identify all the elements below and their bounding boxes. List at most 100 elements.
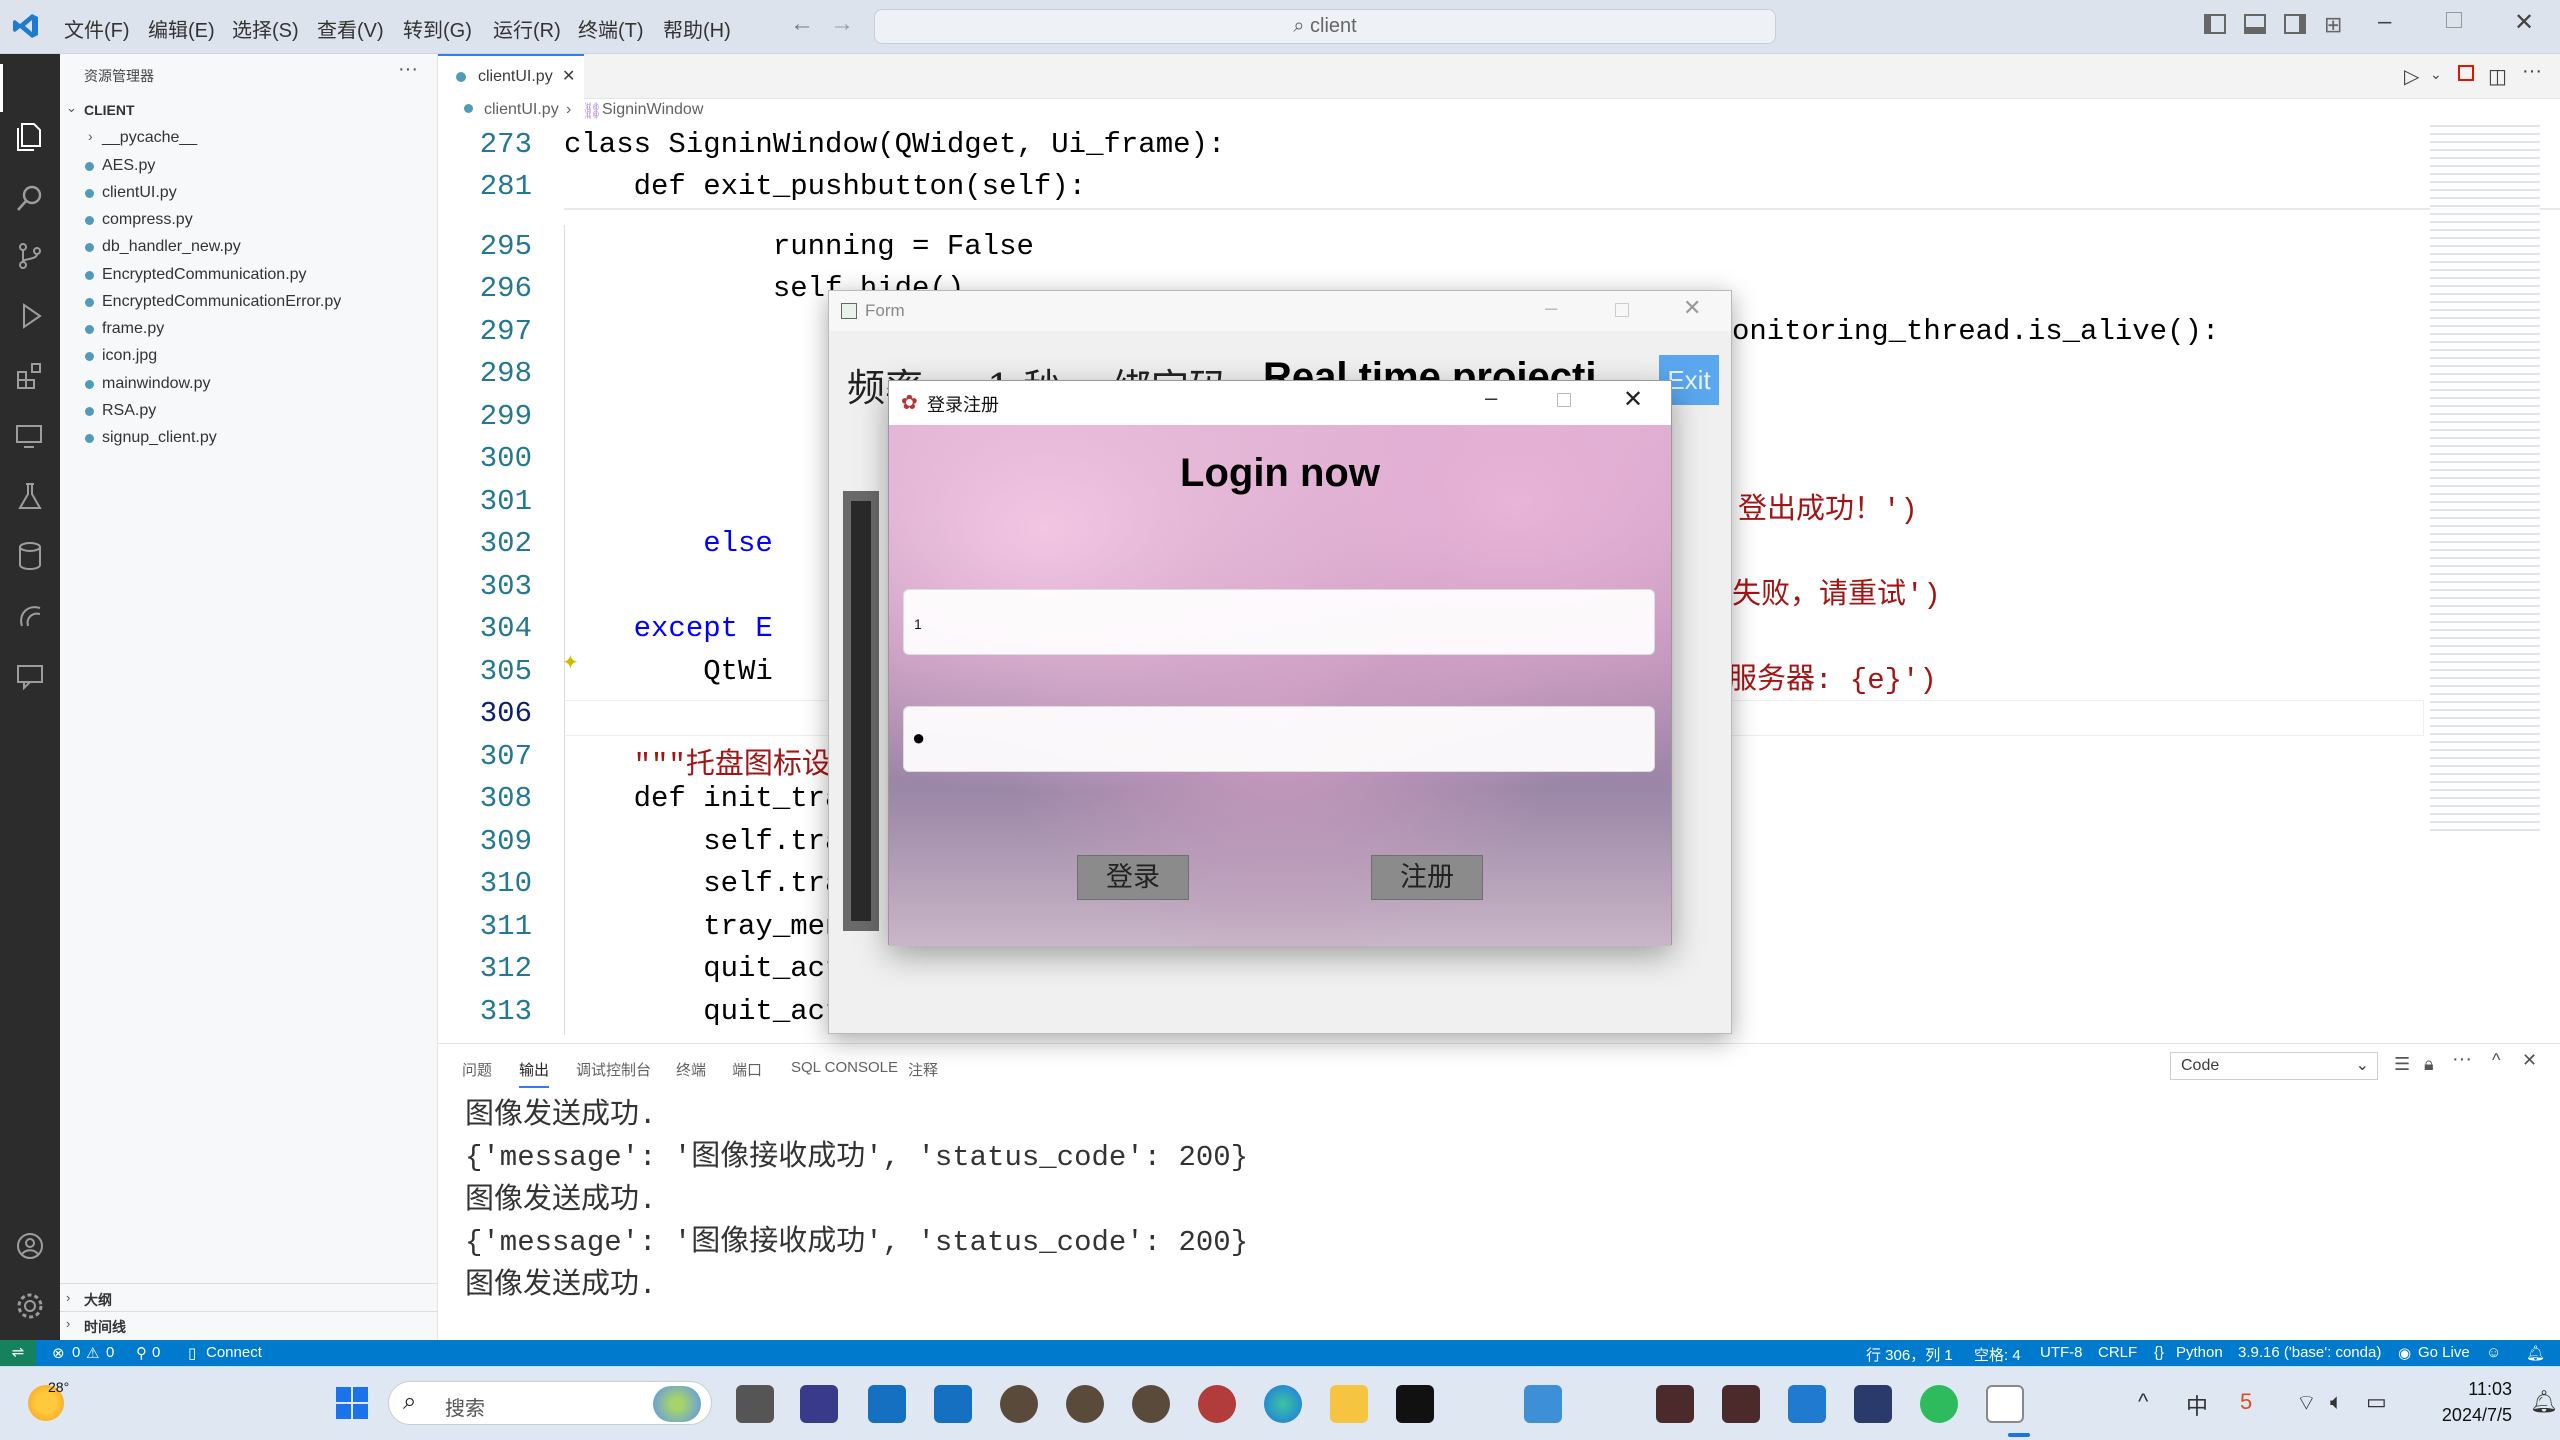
lock-icon[interactable]: 🔒︎ (2424, 1054, 2434, 1075)
language-mode[interactable]: Python (2176, 1344, 2223, 1361)
toggle-panel-icon[interactable] (2244, 14, 2266, 34)
app-avatar-icon[interactable] (1132, 1385, 1170, 1423)
file-icon-jpg[interactable]: icon.jpg (84, 347, 157, 365)
outline-section[interactable]: 大纲 (84, 1290, 112, 1310)
sparkle-icon[interactable]: ✦ (562, 650, 579, 675)
close-icon[interactable]: ✕ (2514, 8, 2534, 37)
file-db-handler[interactable]: db_handler_new.py (85, 238, 241, 256)
chevron-right-icon[interactable]: › (66, 1290, 70, 1305)
password-input[interactable]: ● (903, 706, 1655, 772)
file-frame[interactable]: frame.py (84, 320, 164, 338)
ports-icon[interactable]: ⚲ (136, 1344, 147, 1362)
breadcrumb-symbol[interactable]: SigninWindow (602, 101, 703, 119)
app-window-icon[interactable] (934, 1385, 972, 1423)
volume-icon[interactable]: 🔈︎ (2330, 1389, 2343, 1415)
menu-help[interactable]: 帮助(H) (663, 14, 731, 43)
app-exe-icon[interactable] (800, 1385, 838, 1423)
folder-pycache[interactable]: __pycache__ (102, 129, 197, 147)
menu-run[interactable]: 运行(R) (493, 14, 561, 43)
app-cat-icon[interactable] (1854, 1385, 1892, 1423)
minimap[interactable] (2430, 122, 2540, 832)
task-view-icon[interactable] (736, 1385, 774, 1423)
copilot-icon[interactable]: ☺ (2486, 1344, 2501, 1361)
file-rsa[interactable]: RSA.py (84, 402, 156, 420)
chevron-right-icon[interactable]: › (88, 128, 93, 144)
more-actions-icon[interactable]: ··· (2452, 1048, 2472, 1071)
breadcrumb-file[interactable]: clientUI.py (484, 101, 559, 119)
tab-problems[interactable]: 问题 (462, 1059, 492, 1080)
wifi-icon[interactable]: ⌔ (2296, 1389, 2317, 1417)
file-encrypted-communication[interactable]: EncryptedCommunication.py (85, 266, 307, 284)
clock-date[interactable]: 2024/7/5 (2412, 1405, 2512, 1426)
split-editor-icon[interactable]: ◫ (2488, 64, 2507, 89)
chevron-down-icon[interactable]: ⌄ (66, 100, 77, 116)
back-arrow-icon[interactable]: ← (790, 10, 814, 38)
file-aes[interactable]: AES.py (84, 157, 155, 175)
encoding[interactable]: UTF-8 (2040, 1344, 2083, 1361)
ime-icon[interactable]: 中 (2186, 1389, 2208, 1421)
minimize-icon[interactable]: – (1545, 295, 1557, 321)
windows-start-icon[interactable] (334, 1385, 370, 1421)
menu-terminal[interactable]: 终端(T) (578, 14, 644, 43)
source-control-icon[interactable] (14, 240, 46, 272)
file-signup-client[interactable]: signup_client.py (85, 429, 217, 447)
edge-browser-icon[interactable] (1264, 1385, 1302, 1423)
notifications-bell-icon[interactable]: 🔔︎ (2530, 1389, 2558, 1415)
database-icon[interactable] (14, 540, 46, 572)
file-explorer-icon[interactable] (1330, 1385, 1368, 1423)
menu-view[interactable]: 查看(V) (317, 14, 384, 43)
login-button[interactable]: 登录 (1077, 855, 1189, 900)
maximize-icon[interactable] (1615, 303, 1629, 317)
html5-icon[interactable]: 5 (2240, 1389, 2252, 1415)
warning-icon[interactable]: ⚠ (86, 1344, 99, 1362)
menu-edit[interactable]: 编辑(E) (148, 14, 215, 43)
tab-terminal[interactable]: 终端 (676, 1059, 706, 1080)
stop-icon[interactable] (2458, 65, 2474, 81)
taskbar-search[interactable]: ⌕ 搜索 (388, 1381, 712, 1425)
notepad-icon[interactable] (1986, 1385, 2024, 1423)
file-mainwindow[interactable]: mainwindow.py (85, 375, 211, 393)
tab-output[interactable]: 输出 (519, 1059, 550, 1088)
layout-icon[interactable]: ⊞ (2324, 12, 2342, 38)
end-of-line[interactable]: CRLF (2098, 1344, 2137, 1361)
minimize-icon[interactable]: – (1485, 385, 1497, 411)
battery-icon[interactable]: ▭ (2366, 1389, 2387, 1415)
wechat-icon[interactable] (1920, 1385, 1958, 1423)
account-icon[interactable] (14, 1230, 46, 1262)
extensions-icon[interactable] (14, 360, 46, 392)
app-avatar-icon[interactable] (1198, 1385, 1236, 1423)
app-window-icon[interactable] (868, 1385, 906, 1423)
warning-count[interactable]: 0 (106, 1344, 114, 1361)
output-channel-select[interactable]: Code ⌄ (2170, 1052, 2378, 1080)
connect-button[interactable]: Connect (206, 1344, 262, 1361)
python-interpreter[interactable]: 3.9.16 ('base': conda) (2238, 1344, 2381, 1361)
username-input[interactable]: 1 (903, 589, 1655, 655)
notifications-bell-icon[interactable]: 🔔︎ (2526, 1344, 2545, 1362)
minimize-icon[interactable]: – (2378, 8, 2391, 36)
go-live-button[interactable]: Go Live (2418, 1344, 2470, 1361)
indentation[interactable]: 空格: 4 (1974, 1344, 2021, 1365)
close-icon[interactable]: ✕ (1683, 295, 1701, 321)
app-avatar-icon[interactable] (1000, 1385, 1038, 1423)
conda-icon[interactable] (14, 600, 46, 632)
timeline-section[interactable]: 时间线 (84, 1317, 126, 1337)
settings-gear-icon[interactable] (14, 1290, 46, 1322)
menu-file[interactable]: 文件(F) (64, 14, 130, 43)
register-button[interactable]: 注册 (1371, 855, 1483, 900)
forward-arrow-icon[interactable]: → (830, 10, 854, 38)
comments-icon[interactable] (14, 660, 46, 692)
close-panel-icon[interactable]: ✕ (2522, 1050, 2537, 1071)
chevron-right-icon[interactable]: › (66, 1316, 70, 1331)
file-encrypted-communication-error[interactable]: EncryptedCommunicationError.py (84, 293, 341, 311)
maximize-panel-icon[interactable]: ^ (2492, 1050, 2500, 1071)
file-compress[interactable]: compress.py (85, 211, 193, 229)
cursor-position[interactable]: 行 306，列 1 (1866, 1344, 1953, 1365)
app-butterfly-icon[interactable] (1524, 1385, 1562, 1423)
chevron-down-icon[interactable]: ⌄ (2430, 66, 2442, 83)
remote-indicator-icon[interactable]: ⇌ (0, 1340, 36, 1366)
list-filter-icon[interactable]: ☰ (2394, 1054, 2410, 1075)
toggle-sidebar-icon[interactable] (2204, 14, 2226, 34)
tab-debug-console[interactable]: 调试控制台 (576, 1059, 651, 1080)
menu-selection[interactable]: 选择(S) (232, 14, 299, 43)
chevron-up-icon[interactable]: ^ (2138, 1389, 2148, 1415)
